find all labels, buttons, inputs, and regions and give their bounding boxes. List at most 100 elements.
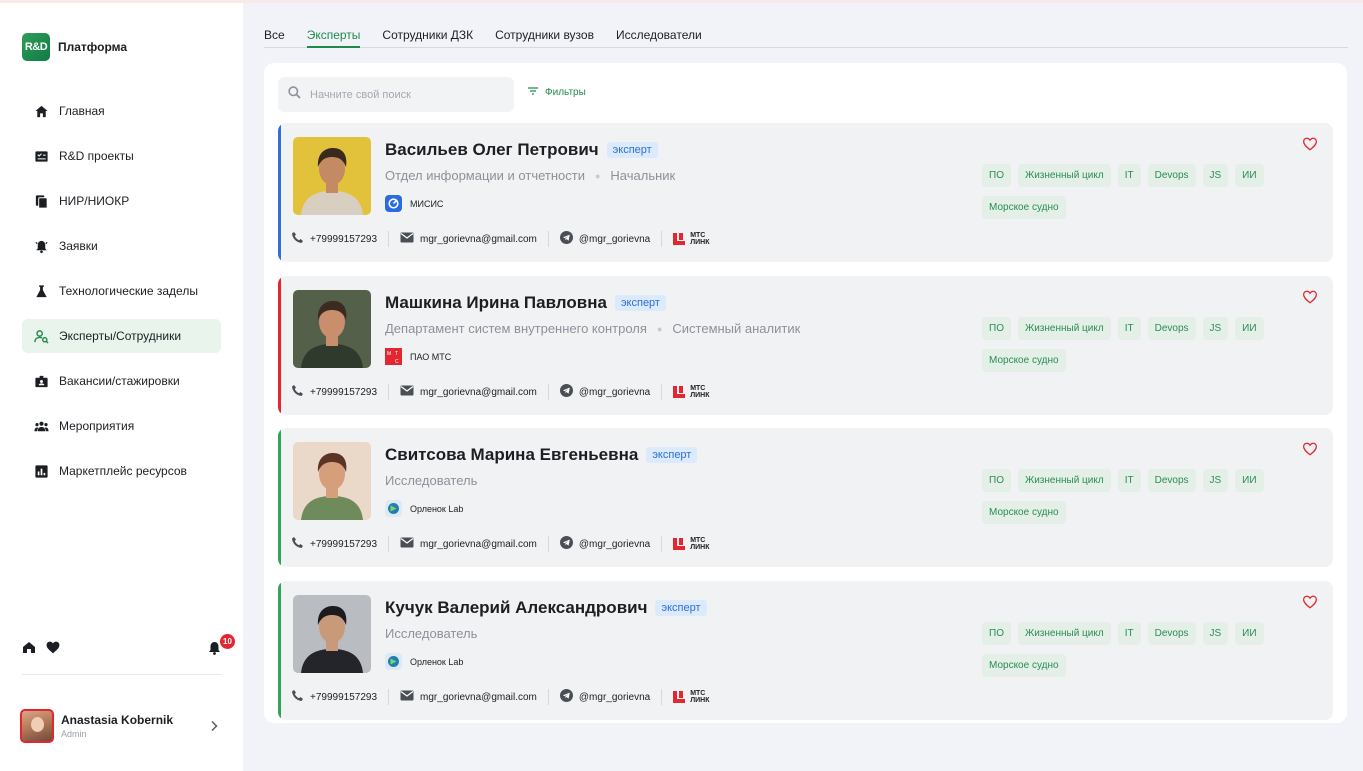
telegram-contact[interactable]: @mgr_gorievna [559,384,650,400]
organization[interactable]: М Т С ПАО МТС [385,348,451,365]
brand[interactable]: R&D Платформа [22,33,127,61]
home-favorites-icon[interactable] [22,641,36,659]
sidebar-item-person-search[interactable]: Эксперты/Сотрудники [22,319,221,353]
expert-name[interactable]: Машкина Ирина Павловна [385,293,607,313]
sidebar-item-bar-chart[interactable]: Маркетплейс ресурсов [22,454,221,488]
email-contact[interactable]: mgr_gorievna@gmail.com [400,232,537,246]
organization[interactable]: Орленок Lab [385,500,463,517]
expert-name[interactable]: Свитсова Марина Евгеньевна [385,445,638,465]
organization[interactable]: Орленок Lab [385,653,463,670]
mail-icon [400,537,420,551]
sidebar-item-label: Главная [59,104,105,118]
sidebar-tools: 10 [22,634,235,660]
search-input[interactable] [310,88,500,101]
skill-tag[interactable]: Жизненный цикл [1017,622,1111,645]
skill-tag[interactable]: Devops [1147,317,1196,340]
skill-tag[interactable]: JS [1202,469,1229,492]
skill-tag[interactable]: Морское судно [982,501,1066,524]
skill-tag[interactable]: JS [1202,164,1229,187]
phone-contact[interactable]: +79999157293 [291,384,377,400]
tab-3[interactable]: Сотрудники вузов [495,28,594,48]
tag-list: ПО Жизненный цикл IT Devops JS ИИ Морское судн… [982,317,1292,381]
expert-photo[interactable] [293,442,371,520]
tab-4[interactable]: Исследователи [616,28,702,48]
skill-tag[interactable]: Devops [1147,469,1196,492]
skill-tag[interactable]: Жизненный цикл [1017,164,1111,187]
sidebar-item-group[interactable]: Мероприятия [22,409,221,443]
skill-tag[interactable]: Жизненный цикл [1017,469,1111,492]
favorite-heart-icon[interactable] [1302,595,1318,614]
skill-tag[interactable]: ПО [982,622,1011,645]
filters-button[interactable]: Фильтры [528,87,586,98]
favorite-heart-icon[interactable] [1302,137,1318,156]
telegram-contact[interactable]: @mgr_gorievna [559,231,650,247]
email-contact[interactable]: mgr_gorievna@gmail.com [400,385,537,399]
mts-link-button[interactable]: МТС ЛИНК [673,690,709,704]
telegram-contact[interactable]: @mgr_gorievna [559,536,650,552]
contact-divider [388,536,390,552]
skill-tag[interactable]: ИИ [1235,164,1264,187]
phone-contact[interactable]: +79999157293 [291,231,377,247]
skill-tag[interactable]: ПО [982,164,1011,187]
favorite-heart-icon[interactable] [1302,290,1318,309]
phone-contact[interactable]: +79999157293 [291,689,377,705]
email-contact[interactable]: mgr_gorievna@gmail.com [400,537,537,551]
sidebar-item-home[interactable]: Главная [22,94,221,128]
skill-tag[interactable]: ИИ [1235,469,1264,492]
organization[interactable]: МИСИС [385,195,443,212]
skill-tag[interactable]: ИИ [1235,317,1264,340]
phone-contact[interactable]: +79999157293 [291,536,377,552]
telegram-contact[interactable]: @mgr_gorievna [559,689,650,705]
skill-tag[interactable]: JS [1202,622,1229,645]
tab-2[interactable]: Сотрудники ДЗК [382,28,473,48]
skill-tag[interactable]: ПО [982,469,1011,492]
organization-name: Орленок Lab [410,503,464,514]
skill-tag[interactable]: ПО [982,317,1011,340]
sidebar-item-documents[interactable]: НИР/НИОКР [22,184,221,218]
skill-tag[interactable]: IT [1117,622,1141,645]
search-box[interactable] [278,77,514,112]
skill-tag[interactable]: Морское судно [982,654,1066,677]
sidebar-item-projects[interactable]: R&D проекты [22,139,221,173]
category-tabs: Все Эксперты Сотрудники ДЗК Сотрудники вузо… [264,28,1348,48]
contact-divider [547,536,549,552]
skill-tag[interactable]: JS [1202,317,1229,340]
expert-photo[interactable] [293,137,371,215]
sidebar-item-badge[interactable]: Вакансии/стажировки [22,364,221,398]
expert-name[interactable]: Кучук Валерий Александрович [385,598,647,618]
email-contact[interactable]: mgr_gorievna@gmail.com [400,690,537,704]
search-icon [288,85,301,104]
skill-tag[interactable]: IT [1117,317,1141,340]
skill-tag[interactable]: Жизненный цикл [1017,317,1111,340]
expert-card[interactable]: Кучук Валерий Александрович эксперт Исслед… [278,581,1333,720]
sidebar-item-bell-alert[interactable]: Заявки [22,229,221,263]
contact-divider [661,536,663,552]
mts-link-button[interactable]: МТС ЛИНК [673,385,709,399]
skill-tag[interactable]: IT [1117,164,1141,187]
skill-tag[interactable]: Devops [1147,164,1196,187]
sidebar-item-flask[interactable]: Технологические заделы [22,274,221,308]
expert-photo[interactable] [293,290,371,368]
expert-card[interactable]: Свитсова Марина Евгеньевна эксперт Исследо… [278,428,1333,567]
expert-card[interactable]: Машкина Ирина Павловна эксперт Департамент… [278,276,1333,415]
skill-tag[interactable]: Морское судно [982,349,1066,372]
skill-tag[interactable]: Devops [1147,622,1196,645]
mts-link-button[interactable]: МТС ЛИНК [673,537,709,551]
contact-divider [661,689,663,705]
notifications-bell-icon[interactable] [208,641,221,660]
contact-divider [547,689,549,705]
skill-tag[interactable]: ИИ [1235,622,1264,645]
badge-icon [33,373,49,389]
favorite-heart-icon[interactable] [1302,442,1318,461]
skill-tag[interactable]: IT [1117,469,1141,492]
heart-icon[interactable] [46,641,60,659]
expert-photo[interactable] [293,595,371,673]
mts-link-button[interactable]: МТС ЛИНК [673,232,709,246]
tab-1[interactable]: Эксперты [306,28,361,48]
user-profile[interactable]: Anastasia Kobernik Admin [20,707,222,745]
tab-0[interactable]: Все [264,28,285,48]
skill-tag[interactable]: Морское судно [982,196,1066,219]
expert-card[interactable]: Васильев Олег Петрович эксперт Отдел инфор… [278,123,1333,262]
expert-name[interactable]: Васильев Олег Петрович [385,140,599,160]
email-address: mgr_gorievna@gmail.com [420,691,537,703]
